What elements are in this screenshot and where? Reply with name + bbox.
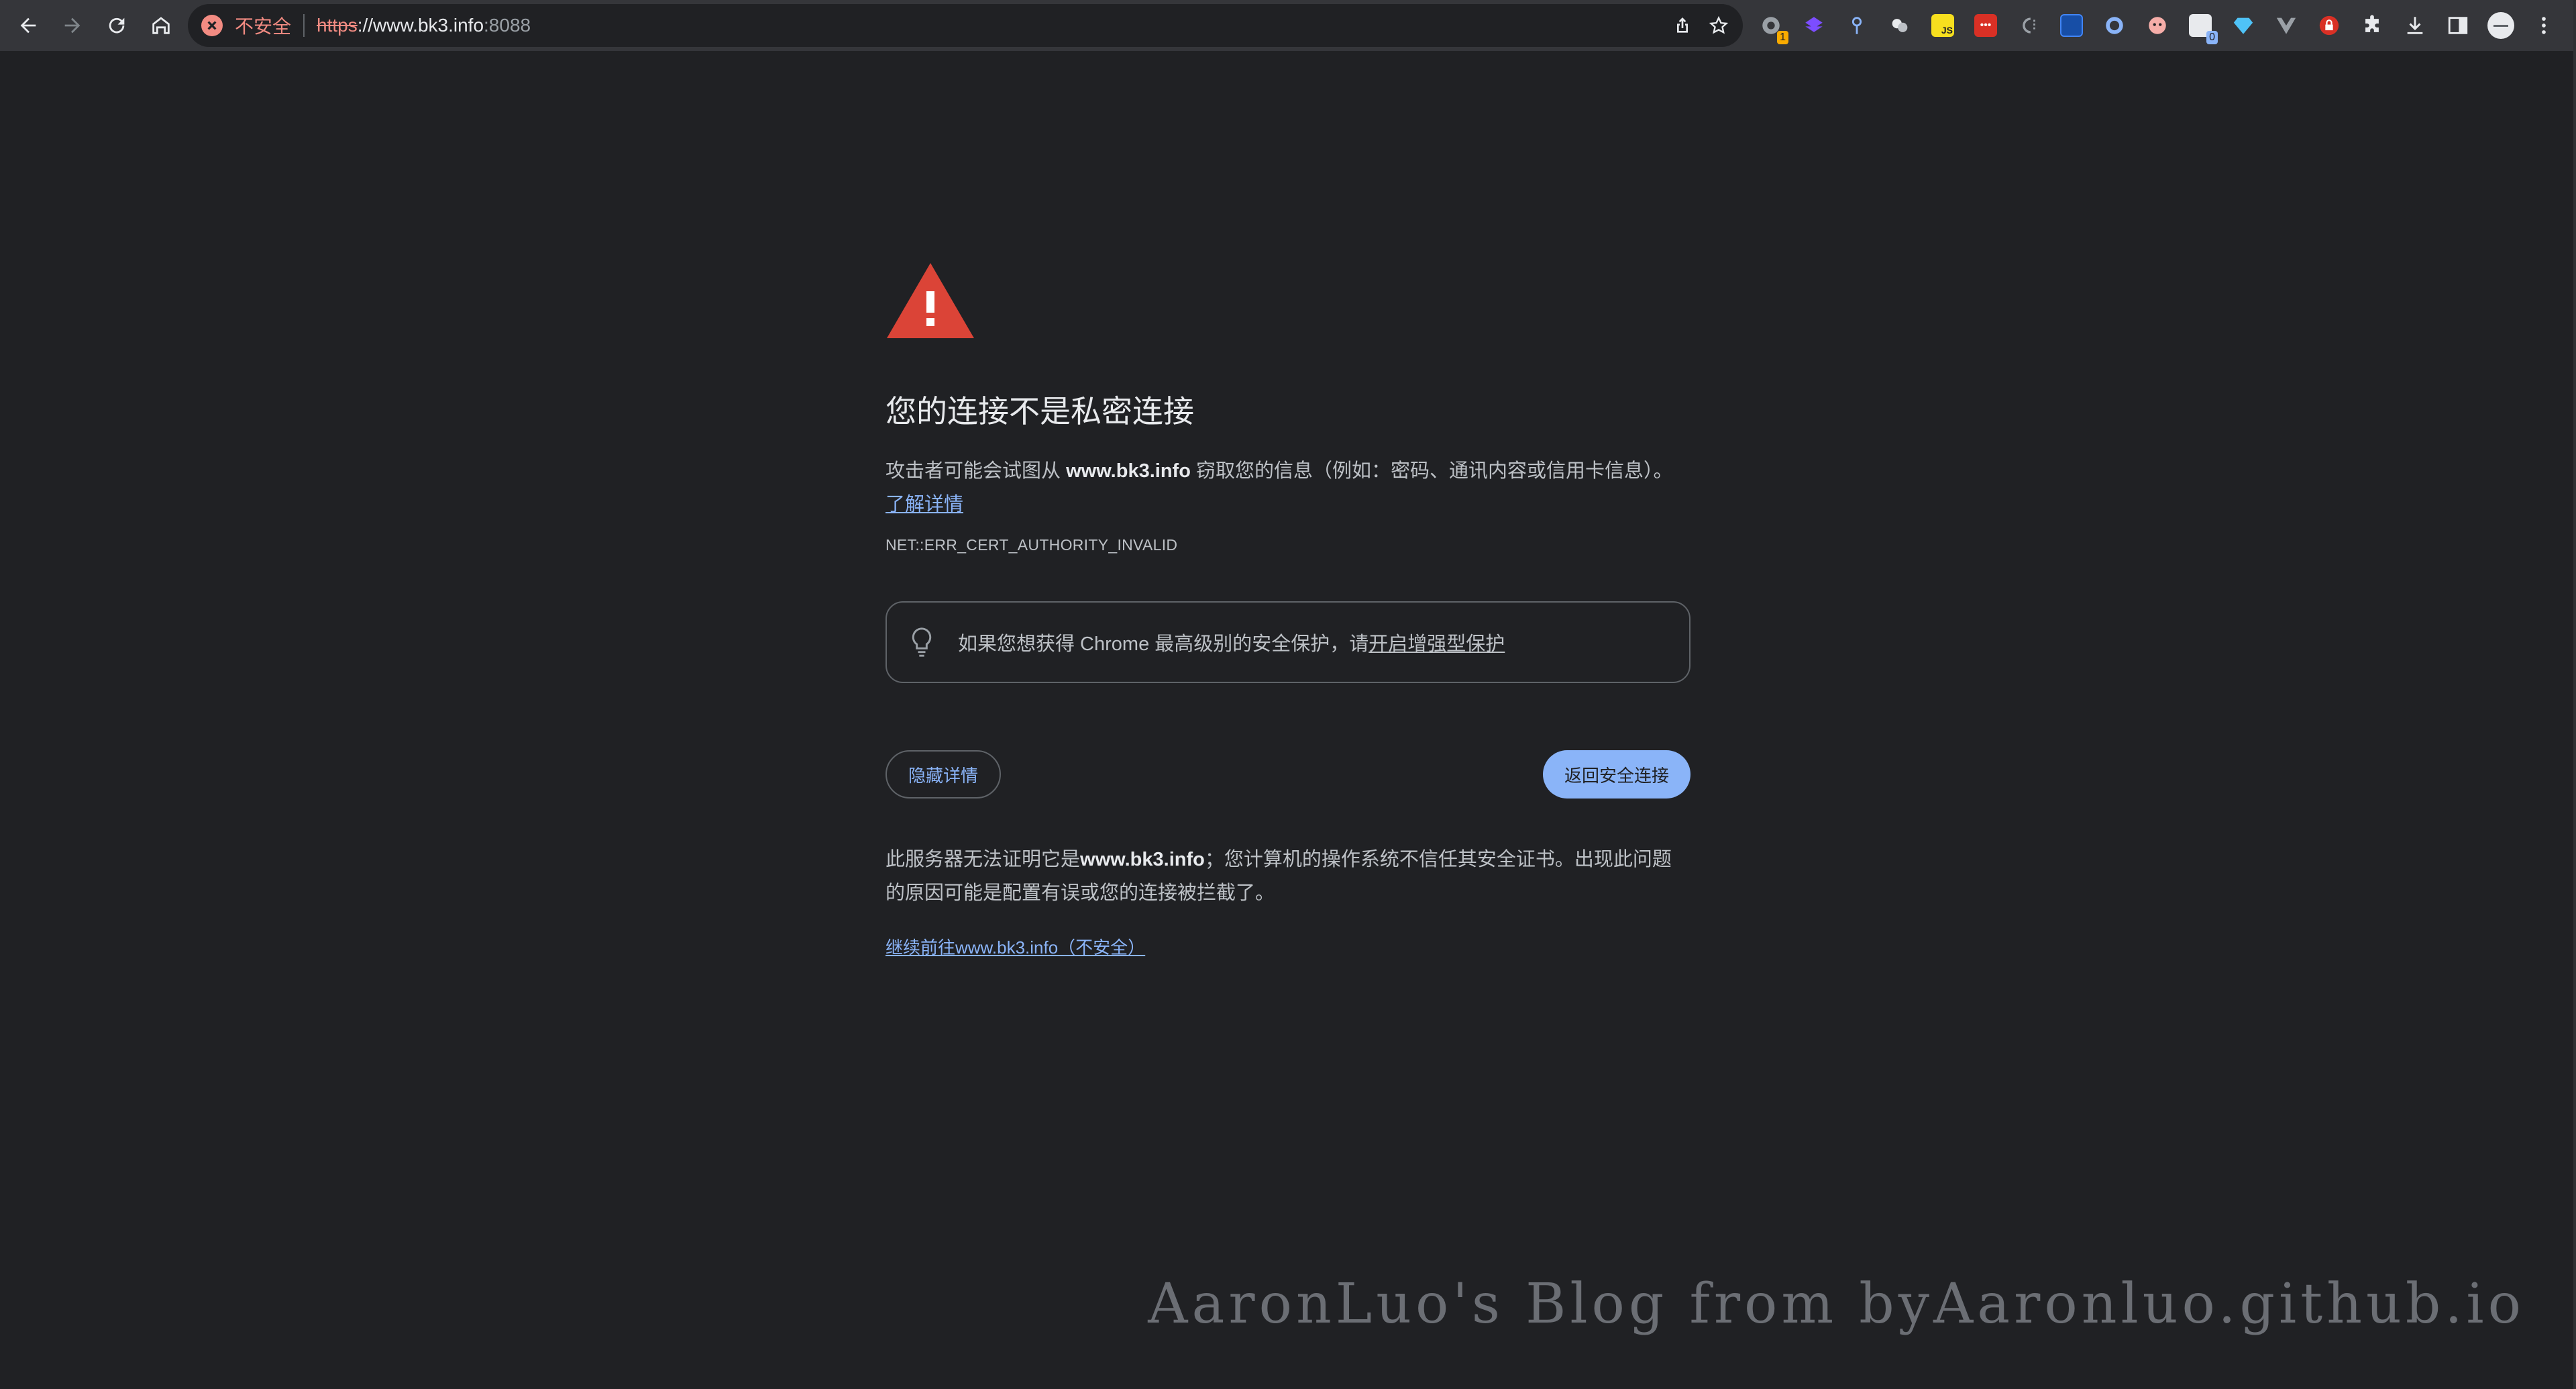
extension-layers[interactable] <box>1799 11 1829 40</box>
extension-password[interactable]: ••• <box>1971 11 2000 40</box>
extension-js[interactable]: JS <box>1928 11 1957 40</box>
chat-icon <box>1892 19 1908 32</box>
enhanced-protection-link[interactable]: 开启增强型保护 <box>1368 633 1505 655</box>
watermark: AaronLuo's Blog from byAaronluo.github.i… <box>1148 1272 2525 1336</box>
learn-more-link[interactable]: 了解详情 <box>885 494 963 515</box>
omnibox-actions <box>1672 4 1729 47</box>
divider <box>303 14 305 37</box>
avatar <box>2487 12 2514 39</box>
face-icon <box>2149 17 2166 34</box>
pin-icon <box>1851 17 1862 34</box>
extension-chat[interactable] <box>1885 11 1915 40</box>
chrome-menu-button[interactable] <box>2529 11 2559 40</box>
details-prefix: 此服务器无法证明它是 <box>885 849 1081 870</box>
extension-pin[interactable] <box>1842 11 1872 40</box>
extensions-menu-button[interactable] <box>2357 11 2387 40</box>
password-icon: ••• <box>1974 14 1997 37</box>
back-to-safety-button[interactable]: 返回安全连接 <box>1542 750 1690 799</box>
forward-button[interactable] <box>51 4 94 47</box>
gem-icon <box>2233 17 2253 34</box>
bookmark-star-icon[interactable] <box>1708 15 1729 36</box>
interstitial-main: 您的连接不是私密连接 攻击者可能会试图从 www.bk3.info 窃取您的信息… <box>885 262 1690 959</box>
translate-icon <box>2060 14 2083 37</box>
explanation-prefix: 攻击者可能会试图从 <box>885 460 1061 482</box>
explanation-paragraph: 攻击者可能会试图从 www.bk3.info 窃取您的信息（例如：密码、通讯内容… <box>885 454 1690 521</box>
explanation-host: www.bk3.info <box>1066 460 1191 482</box>
enhanced-protection-promo: 如果您想获得 Chrome 最高级别的安全保护，请开启增强型保护 <box>885 601 1690 683</box>
url-scheme: https <box>317 15 358 36</box>
page-title: 您的连接不是私密连接 <box>885 393 1194 429</box>
back-button[interactable] <box>7 4 50 47</box>
not-secure-icon <box>201 15 223 36</box>
extension-face[interactable] <box>2143 11 2172 40</box>
arrow-right-icon <box>64 17 80 34</box>
download-icon <box>2407 17 2423 34</box>
reload-button[interactable] <box>95 4 138 47</box>
explanation-suffix: 窃取您的信息（例如：密码、通讯内容或信用卡信息）。 <box>1195 460 1673 482</box>
warning-triangle-icon <box>887 263 974 338</box>
home-button[interactable] <box>140 4 182 47</box>
extension-github[interactable]: 1 <box>1756 11 1788 44</box>
enhanced-protection-text: 如果您想获得 Chrome 最高级别的安全保护，请开启增强型保护 <box>958 628 1505 656</box>
url-port: :8088 <box>484 15 531 36</box>
extensions-bar: 1 JS ••• 0 <box>1756 4 2559 47</box>
extension-translate[interactable] <box>2057 11 2086 40</box>
arrow-left-icon <box>20 17 36 34</box>
window-edge <box>2573 0 2576 1389</box>
extension-vue[interactable] <box>2271 11 2301 40</box>
security-chip[interactable]: 不安全 <box>201 12 291 39</box>
extension-code[interactable] <box>2014 11 2043 40</box>
enhanced-prefix: 如果您想获得 Chrome 最高级别的安全保护，请 <box>958 633 1369 655</box>
share-icon[interactable] <box>1672 15 1693 36</box>
reload-icon <box>109 17 125 34</box>
more-vert-icon <box>2542 17 2546 34</box>
sidepanel-icon <box>2448 17 2468 34</box>
url-text[interactable]: https://www.bk3.info:8088 <box>317 15 531 36</box>
profile-button[interactable] <box>2486 11 2516 40</box>
extension-badge: 1 <box>1777 31 1788 44</box>
puzzle-icon <box>2365 15 2379 32</box>
layers-icon <box>1805 17 1823 32</box>
circle-icon <box>2106 17 2123 34</box>
downloads-button[interactable] <box>2400 11 2430 40</box>
lock-icon <box>2319 15 2339 36</box>
browser-toolbar: 不安全 https://www.bk3.info:8088 1 JS ••• 0 <box>0 0 2576 52</box>
vue-icon <box>2276 17 2296 34</box>
extension-screenshot[interactable]: 0 <box>2186 11 2218 44</box>
lightbulb-icon <box>912 627 932 657</box>
extension-badge: 0 <box>2206 31 2218 44</box>
extension-lock[interactable] <box>2314 11 2344 40</box>
extension-gem[interactable] <box>2229 11 2258 40</box>
address-bar[interactable]: 不安全 https://www.bk3.info:8088 <box>188 4 1743 47</box>
button-row: 隐藏详情 返回安全连接 <box>885 750 1690 799</box>
js-icon: JS <box>1931 14 1954 37</box>
code-icon <box>2023 17 2035 34</box>
proceed-unsafe-link[interactable]: 继续前往www.bk3.info（不安全） <box>885 937 1145 958</box>
details-host: www.bk3.info <box>1080 849 1205 870</box>
details-paragraph: 此服务器无法证明它是www.bk3.info；您计算机的操作系统不信任其安全证书… <box>885 843 1690 910</box>
url-host: ://www.bk3.info <box>357 15 484 36</box>
not-secure-label: 不安全 <box>235 16 292 37</box>
hide-details-button[interactable]: 隐藏详情 <box>885 750 1002 799</box>
extension-circle[interactable] <box>2100 11 2129 40</box>
home-icon <box>152 17 170 34</box>
side-panel-button[interactable] <box>2443 11 2473 40</box>
error-code: NET::ERR_CERT_AUTHORITY_INVALID <box>885 536 1178 554</box>
